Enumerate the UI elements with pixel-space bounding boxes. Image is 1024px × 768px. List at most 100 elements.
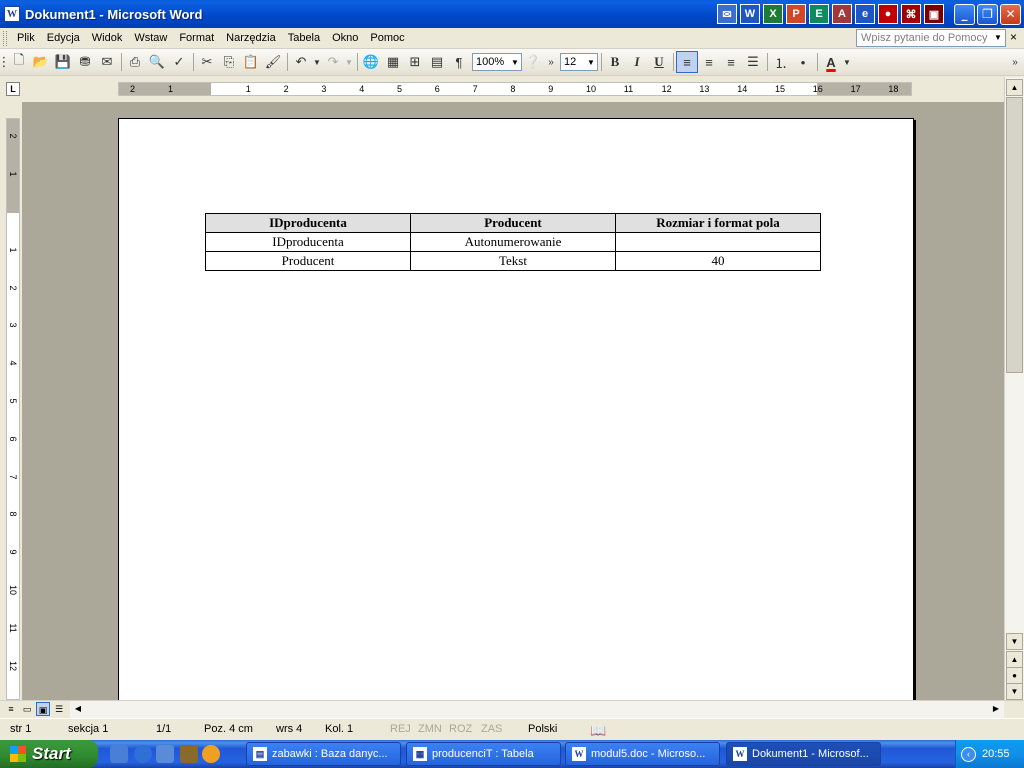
pilcrow-icon[interactable]: ¶ [448, 51, 470, 73]
taskbar-item-zabawki[interactable]: ▤ zabawki : Baza danyc... [246, 742, 401, 766]
redo-icon[interactable]: ↷ [322, 51, 344, 73]
status-track-changes[interactable]: ZMN [418, 723, 442, 735]
horizontal-scrollbar[interactable]: ◀ ▶ [70, 701, 1004, 718]
people-icon[interactable] [180, 745, 198, 763]
powerpoint-icon[interactable]: P [786, 4, 806, 24]
taskbar-item-producencit[interactable]: ▦ producenciT : Tabela [406, 742, 561, 766]
spelling-status-icon[interactable]: 📖 [590, 723, 606, 739]
table-cell[interactable] [615, 232, 821, 252]
document-table[interactable]: IDproducenta Producent Rozmiar i format … [205, 213, 821, 271]
table-cell[interactable]: Producent [205, 251, 411, 271]
minimize-button[interactable]: _ [954, 3, 975, 25]
scroll-left-icon[interactable]: ◀ [70, 701, 86, 717]
undo-dropdown-icon[interactable]: ▼ [312, 51, 322, 73]
zoom-dropdown-icon[interactable]: ▼ [509, 58, 521, 67]
toolbar-overflow-icon[interactable]: » [544, 51, 558, 73]
excel-icon[interactable]: X [763, 4, 783, 24]
calculator-icon[interactable]: ⌘ [901, 4, 921, 24]
spelling-icon[interactable]: ✓ [168, 51, 190, 73]
vertical-ruler[interactable]: 2 1 1 2 3 4 5 6 7 8 9 10 11 12 [6, 118, 20, 700]
align-center-icon[interactable]: ≡ [698, 51, 720, 73]
table-cell[interactable]: Autonumerowanie [410, 232, 616, 252]
insert-excel-icon[interactable]: ▤ [426, 51, 448, 73]
print-icon[interactable]: ⎙ [124, 51, 146, 73]
paste-icon[interactable]: 📋 [240, 51, 262, 73]
font-color-icon[interactable]: A [820, 51, 842, 73]
scroll-right-icon[interactable]: ▶ [988, 701, 1004, 717]
menu-widok[interactable]: Widok [86, 30, 129, 46]
word-app-icon[interactable]: W [4, 6, 20, 22]
cut-icon[interactable]: ✂ [196, 51, 218, 73]
table-cell[interactable]: 40 [615, 251, 821, 271]
ie-icon[interactable]: e [855, 4, 875, 24]
menu-tabela[interactable]: Tabela [282, 30, 326, 46]
hyperlink-icon[interactable]: 🌐 [360, 51, 382, 73]
insert-table-icon[interactable]: ⊞ [404, 51, 426, 73]
horizontal-ruler[interactable]: 2 1 1 2 3 4 5 6 7 8 9 10 11 12 13 14 15 16 17 18 [118, 82, 912, 96]
vertical-scrollbar[interactable]: ▲ ▼ ▲ ● ▼ [1004, 77, 1024, 700]
align-left-icon[interactable]: ≡ [676, 51, 698, 73]
status-language[interactable]: Polski [528, 723, 557, 735]
table-header-cell[interactable]: IDproducenta [205, 213, 411, 233]
save-icon[interactable]: ▣ [924, 4, 944, 24]
numbering-icon[interactable]: ⒈ [770, 51, 792, 73]
tab-selector[interactable]: L [6, 82, 20, 96]
menu-okno[interactable]: Okno [326, 30, 364, 46]
menu-grip[interactable] [3, 30, 7, 46]
italic-button[interactable]: I [626, 51, 648, 73]
table-cell[interactable]: Tekst [410, 251, 616, 271]
outlook-icon[interactable]: ✉ [717, 4, 737, 24]
document-area[interactable]: IDproducenta Producent Rozmiar i format … [22, 102, 1004, 700]
help-search-input[interactable]: Wpisz pytanie do Pomocy [856, 29, 1006, 47]
web-layout-icon[interactable]: ▭ [20, 702, 34, 716]
publisher-icon[interactable]: E [809, 4, 829, 24]
start-button[interactable]: Start [0, 740, 98, 768]
status-overtype[interactable]: ZAS [481, 723, 502, 735]
menu-pomoc[interactable]: Pomoc [364, 30, 410, 46]
open-icon[interactable]: 📂 [30, 51, 52, 73]
desktop-icon[interactable] [110, 745, 128, 763]
outlook-express-icon[interactable] [156, 745, 174, 763]
normal-view-icon[interactable]: ≡ [4, 702, 18, 716]
table-cell[interactable]: IDproducenta [205, 232, 411, 252]
copy-icon[interactable]: ⎘ [218, 51, 240, 73]
next-page-icon[interactable]: ▼ [1006, 683, 1023, 700]
font-size-select[interactable]: 12 ▼ [560, 53, 598, 71]
close-document-icon[interactable]: × [1010, 30, 1017, 44]
help-dropdown-icon[interactable]: ▼ [992, 30, 1004, 46]
toolbar-grip[interactable]: ⋮ [0, 51, 11, 73]
undo-icon[interactable]: ↶ [290, 51, 312, 73]
menu-wstaw[interactable]: Wstaw [128, 30, 173, 46]
save-icon[interactable]: 💾 [52, 51, 74, 73]
menu-format[interactable]: Format [173, 30, 220, 46]
previous-page-icon[interactable]: ▲ [1006, 651, 1023, 668]
align-right-icon[interactable]: ≡ [720, 51, 742, 73]
taskbar-item-dokument1[interactable]: W Dokument1 - Microsof... [726, 742, 881, 766]
new-document-icon[interactable]: 🗋 [8, 51, 30, 73]
menu-edycja[interactable]: Edycja [41, 30, 86, 46]
scroll-down-icon[interactable]: ▼ [1006, 633, 1023, 650]
select-browse-object-icon[interactable]: ● [1006, 667, 1023, 684]
restore-button[interactable]: ❐ [977, 3, 998, 25]
document-page[interactable]: IDproducenta Producent Rozmiar i format … [118, 118, 914, 700]
font-size-dropdown-icon[interactable]: ▼ [585, 58, 597, 67]
taskbar-item-modul5[interactable]: W modul5.doc - Microso... [565, 742, 720, 766]
outline-view-icon[interactable]: ☰ [52, 702, 66, 716]
redo-dropdown-icon[interactable]: ▼ [344, 51, 354, 73]
frontpage-icon[interactable]: ● [878, 4, 898, 24]
menu-plik[interactable]: Plik [11, 30, 41, 46]
access-icon[interactable]: A [832, 4, 852, 24]
bold-button[interactable]: B [604, 51, 626, 73]
print-layout-icon[interactable]: ▣ [36, 702, 50, 716]
scroll-thumb[interactable] [1006, 97, 1023, 373]
word-icon[interactable]: W [740, 4, 760, 24]
media-player-icon[interactable] [202, 745, 220, 763]
toolbar-overflow-icon[interactable]: » [1008, 51, 1022, 73]
email-icon[interactable]: ✉ [96, 51, 118, 73]
status-record-macro[interactable]: REJ [390, 723, 411, 735]
print-preview-icon[interactable]: 🔍 [146, 51, 168, 73]
justify-icon[interactable]: ☰ [742, 51, 764, 73]
ie-icon[interactable] [134, 745, 152, 763]
menu-narzedzia[interactable]: Narzędzia [220, 30, 282, 46]
help-icon[interactable]: ❔ [522, 51, 544, 73]
